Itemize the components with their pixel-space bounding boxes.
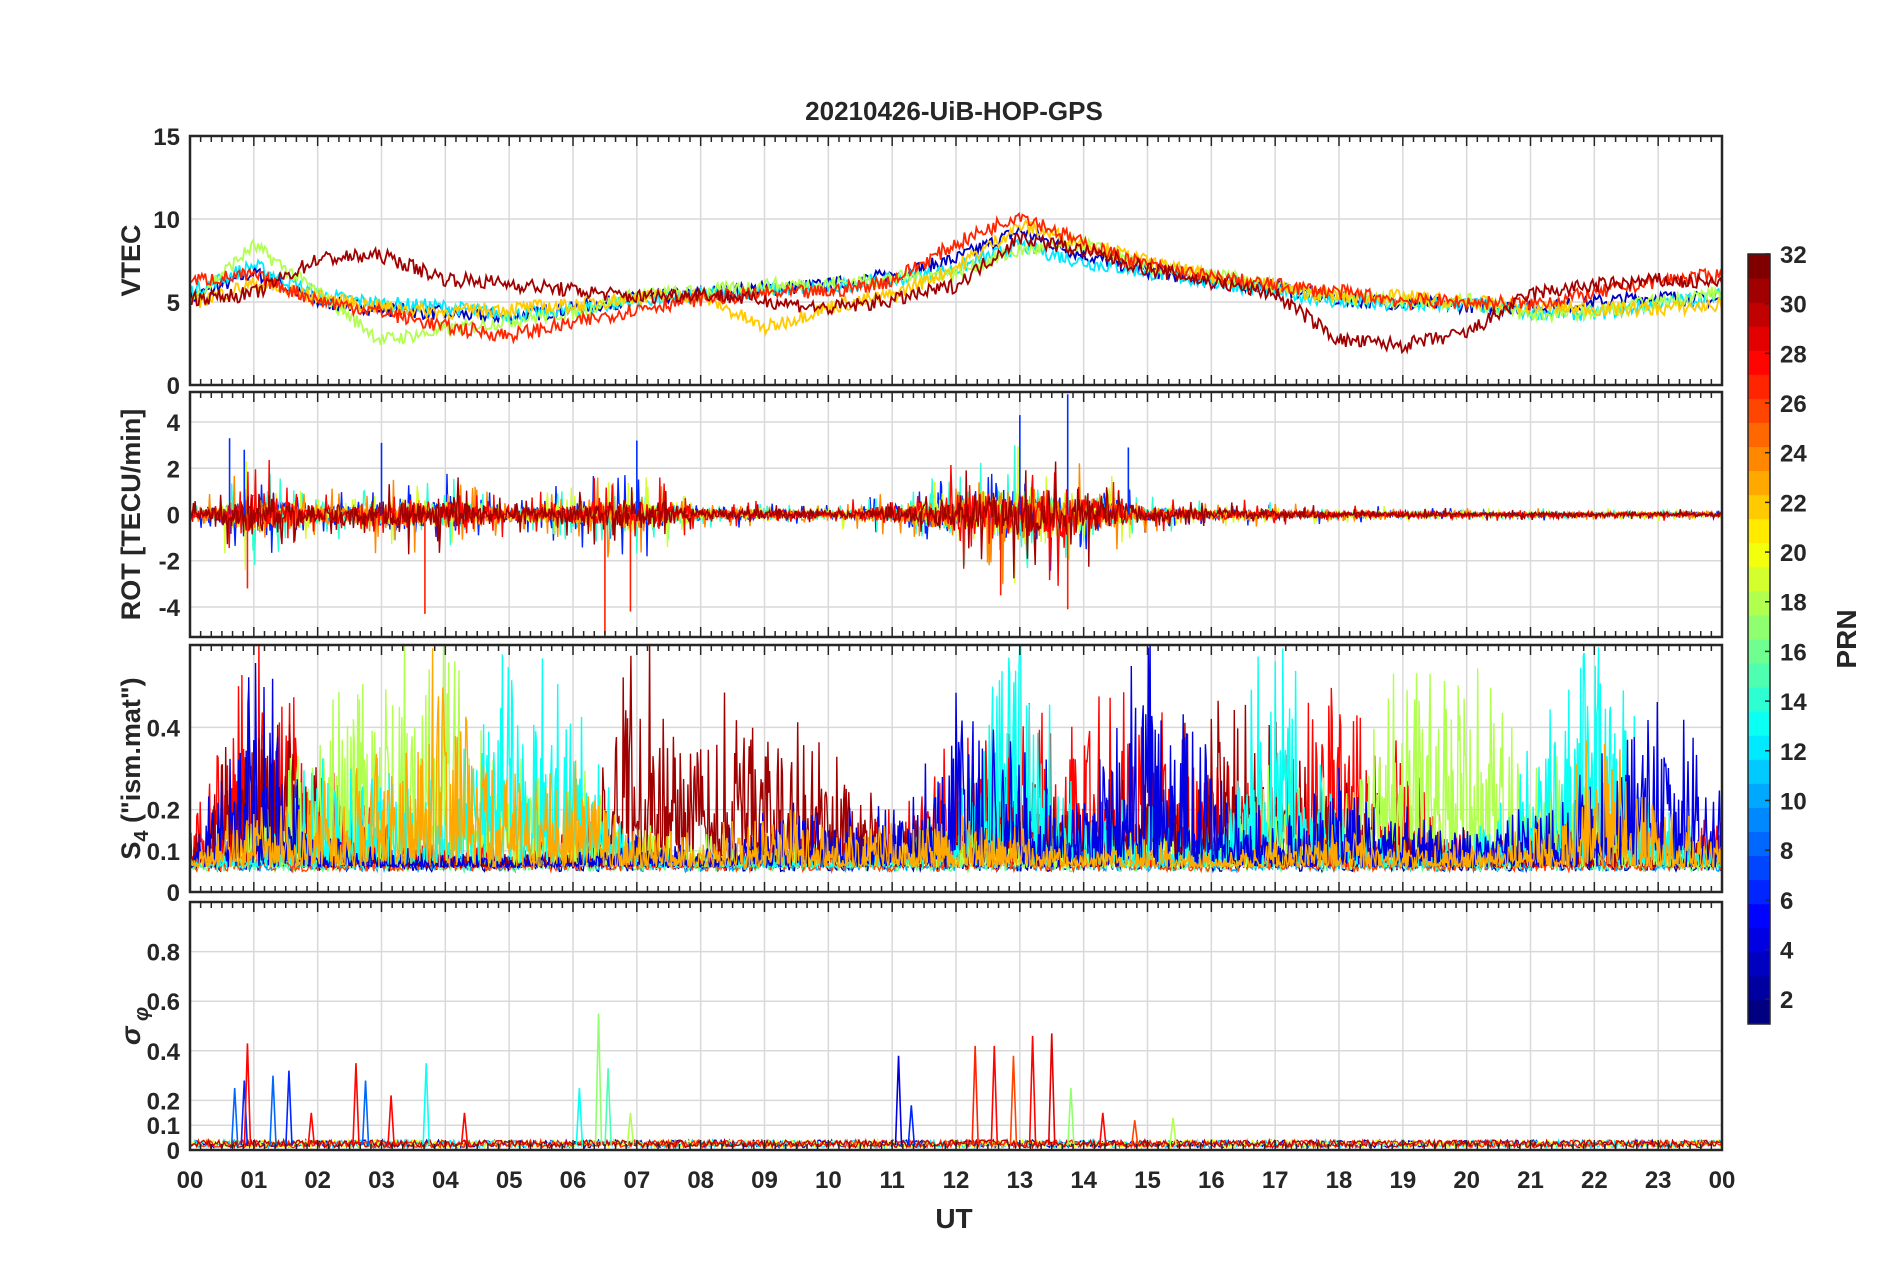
colorbar-tick-label: 12 (1780, 739, 1807, 766)
y-axis-label-sigma: σ (115, 1025, 146, 1045)
y-axis-label: VTEC (116, 224, 146, 296)
colorbar-segment (1748, 566, 1770, 592)
colorbar-tick-label: 2 (1780, 987, 1793, 1014)
x-tick-label: 12 (943, 1167, 970, 1194)
colorbar-segment (1748, 783, 1770, 808)
colorbar-segment (1748, 446, 1770, 472)
y-tick-label: 2 (167, 456, 180, 483)
y-tick-label: 0 (167, 503, 180, 530)
x-tick-label: 13 (1006, 1167, 1033, 1194)
y-tick-label: -4 (159, 595, 181, 622)
y-axis-label-sub: φ (131, 1007, 153, 1027)
colorbar-segment (1748, 687, 1770, 712)
colorbar-segment (1748, 494, 1770, 520)
x-tick-label: 09 (751, 1167, 778, 1194)
y-tick-label: 0.8 (147, 940, 180, 967)
x-tick-label: 04 (432, 1167, 459, 1194)
x-tick-label: 19 (1389, 1167, 1416, 1194)
colorbar-tick-label: 8 (1780, 838, 1793, 865)
colorbar-segment (1748, 422, 1770, 447)
colorbar-segment (1748, 711, 1770, 736)
y-tick-label: 0.2 (147, 798, 180, 825)
y-tick-label: -2 (159, 549, 180, 576)
x-axis-label: UT (935, 1203, 972, 1234)
x-tick-label: 00 (1709, 1167, 1736, 1194)
y-tick-label: 10 (153, 207, 180, 234)
colorbar-tick-label: 20 (1780, 540, 1807, 567)
x-tick-label: 23 (1645, 1167, 1672, 1194)
colorbar-segment (1748, 398, 1770, 423)
y-axis-label-rest: ("ism.mat") (116, 677, 146, 830)
colorbar-segment (1748, 903, 1770, 929)
x-tick-label: 01 (240, 1167, 267, 1194)
colorbar-tick-label: 32 (1780, 242, 1807, 269)
y-axis-label-s: S (116, 842, 146, 860)
colorbar-tick-label: 14 (1780, 689, 1807, 716)
y-axis-label: ROT [TECU/min] (116, 409, 146, 620)
y-tick-label: 15 (153, 124, 180, 151)
colorbar-tick-label: 26 (1780, 391, 1807, 418)
x-tick-label: 03 (368, 1167, 395, 1194)
colorbar-segment (1748, 542, 1770, 568)
x-tick-label: 05 (496, 1167, 523, 1194)
colorbar-segment (1748, 831, 1770, 857)
y-tick-label: 0.1 (147, 839, 180, 866)
colorbar-segment (1748, 759, 1770, 784)
y-tick-label: 0.4 (147, 1039, 181, 1066)
colorbar-segment (1748, 975, 1770, 1001)
colorbar-segment (1748, 855, 1770, 881)
x-tick-label: 07 (623, 1167, 650, 1194)
colorbar-segment (1748, 326, 1770, 351)
x-tick-label: 11 (879, 1167, 904, 1194)
colorbar-segment (1748, 302, 1770, 327)
y-tick-label: 0.4 (147, 715, 181, 742)
colorbar-tick-label: 10 (1780, 788, 1807, 815)
y-tick-label: 0 (167, 373, 180, 400)
chart-title: 20210426-UiB-HOP-GPS (805, 96, 1103, 126)
figure: 20210426-UiB-HOP-GPS 051015VTEC-4-2024RO… (0, 0, 1902, 1272)
x-tick-label: 15 (1134, 1167, 1161, 1194)
colorbar-tick-label: 22 (1780, 490, 1807, 517)
colorbar-segment (1748, 614, 1770, 640)
x-tick-label: 22 (1581, 1167, 1608, 1194)
x-tick-label: 20 (1453, 1167, 1480, 1194)
colorbar-segment (1748, 807, 1770, 832)
colorbar-tick-label: 4 (1780, 937, 1794, 964)
colorbar-segment (1748, 374, 1770, 399)
colorbar-tick-label: 16 (1780, 639, 1807, 666)
colorbar-tick-label: 24 (1780, 441, 1807, 468)
x-tick-label: 00 (177, 1167, 204, 1194)
y-tick-label: 5 (167, 290, 180, 317)
colorbar-tick-label: 28 (1780, 341, 1807, 368)
y-tick-label: 0 (167, 880, 180, 907)
colorbar-tick-label: 6 (1780, 888, 1793, 915)
x-tick-label: 08 (687, 1167, 714, 1194)
colorbar-segment (1748, 951, 1770, 977)
colorbar-segment (1748, 663, 1770, 688)
colorbar-segment (1748, 254, 1770, 279)
x-tick-label: 17 (1262, 1167, 1289, 1194)
x-tick-label: 10 (815, 1167, 842, 1194)
colorbar-segment (1748, 735, 1770, 760)
colorbar-segment (1748, 999, 1770, 1025)
y-tick-label: 4 (167, 410, 181, 437)
colorbar-label: PRN (1831, 609, 1862, 668)
x-tick-label: 16 (1198, 1167, 1225, 1194)
x-tick-label: 14 (1070, 1167, 1097, 1194)
x-tick-label: 06 (560, 1167, 587, 1194)
colorbar-segment (1748, 518, 1770, 544)
colorbar-segment (1748, 470, 1770, 496)
colorbar-tick-label: 18 (1780, 590, 1807, 617)
colorbar-segment (1748, 278, 1770, 303)
y-tick-label: 0 (167, 1138, 180, 1165)
x-tick-label: 18 (1326, 1167, 1353, 1194)
y-tick-label: 0.1 (147, 1113, 180, 1140)
colorbar-segment (1748, 927, 1770, 953)
colorbar-tick-label: 30 (1780, 292, 1807, 319)
colorbar-segment (1748, 590, 1770, 616)
x-tick-label: 02 (304, 1167, 331, 1194)
y-tick-label: 0.2 (147, 1088, 180, 1115)
x-tick-label: 21 (1517, 1167, 1544, 1194)
